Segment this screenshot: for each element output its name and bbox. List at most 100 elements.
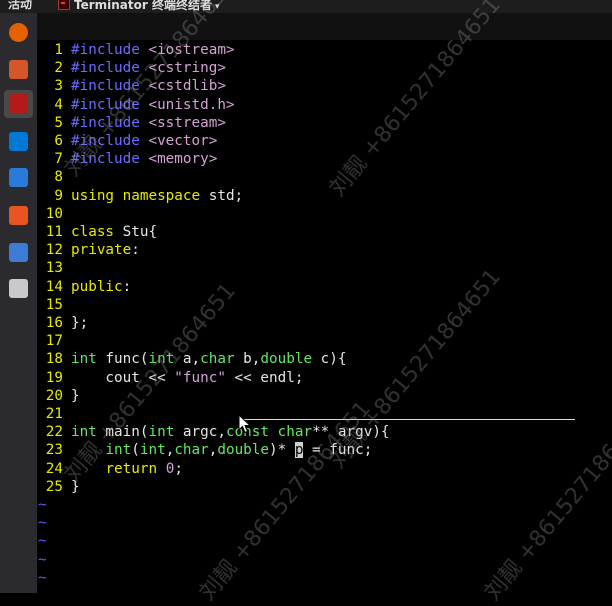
code-token: <sstream> [148,114,226,131]
code-token: <cstdlib> [148,78,226,95]
code-token: #include [71,133,149,149]
code-token: class [71,224,115,240]
code-token: char [200,351,235,368]
code-token: <iostream> [148,42,235,58]
code-line: 24 return 0; [37,460,183,478]
line-number: 22 [45,424,63,441]
code-token: #include [71,78,149,95]
code-token: int [148,424,175,441]
dock-item-files[interactable] [4,56,33,84]
dock-item-software-center[interactable] [4,202,33,230]
line-number: 18 [45,351,63,368]
top-bar: 活动 Terminator 终端终结者 ▾ [0,0,612,13]
dock-item-text-editor[interactable] [4,275,33,303]
line-number: 11 [45,224,63,240]
network-icon [9,243,28,262]
line-number: 10 [45,205,63,222]
code-line: 25} [37,478,80,496]
line-number: 3 [54,78,63,95]
code-line: 3 #include <cstdlib> [37,77,226,95]
code-token: using namespace [71,187,201,204]
code-token: )* [269,442,295,459]
code-token: << endl; [225,369,304,386]
code-token: #include [71,42,149,58]
code-line: 23 int(int,char,double)* p = func; [37,441,372,459]
line-number: 6 [54,133,63,149]
code-token: }; [71,315,89,331]
tilde-marker: ~ [38,497,47,513]
code-token: a, [174,351,201,368]
chevron-down-icon: ▾ [214,2,220,12]
code-token: #include [71,96,149,113]
code-token: <cstring> [148,60,226,77]
code-token: ( [131,442,140,459]
code-token: return [105,460,158,477]
code-token: : [131,242,140,259]
code-token: func( [96,351,149,368]
line-number: 20 [45,387,63,404]
line-number: 25 [45,478,63,495]
code-token: b, [234,351,261,368]
empty-buffer-line: ~ [37,514,47,532]
line-number: 14 [45,278,63,295]
code-line: 21 [37,405,71,423]
app-menu[interactable]: Terminator 终端终结者 ▾ [58,0,220,13]
code-line: 10 [37,205,71,223]
code-token: main( [96,424,149,441]
code-token: ; [174,460,183,477]
dock-item-vscode[interactable] [4,128,33,156]
code-token: int [139,442,166,459]
code-line: 15 [37,296,71,314]
code-token: #include [71,60,149,77]
activities-button[interactable]: 活动 [8,0,32,11]
dock-item-firefox[interactable] [4,19,33,47]
code-token: std; [200,187,244,204]
code-token: cout << [71,369,175,386]
code-token: int [148,351,175,368]
dock-item-network[interactable] [4,239,33,267]
dock-item-terminator[interactable] [4,90,33,118]
line-number: 7 [54,151,63,168]
code-line: 14 public: [37,278,131,296]
code-line: 19 cout << "func" << endl; [37,369,304,387]
code-token: <memory> [148,151,218,168]
line-number: 15 [45,296,63,313]
code-token: = func; [303,442,373,459]
code-token: #include [71,151,149,168]
dock-item-visual-paradigm[interactable] [4,164,33,192]
vscode-icon [9,132,28,151]
code-line: 6 #include <vector> [37,132,217,150]
code-token: Stu{ [114,224,158,240]
code-token: int [71,424,97,441]
code-token: double [260,351,313,368]
line-number: 23 [45,442,63,459]
code-token: <vector> [148,133,218,149]
line-number: 12 [45,242,63,259]
code-line: 7 #include <memory> [37,150,217,168]
code-token: } [71,387,80,404]
terminal-header [37,13,612,40]
visual-paradigm-icon [9,168,28,187]
terminal-window[interactable]: 1 #include <iostream> 2 #include <cstring> 3… [37,40,612,593]
code-line: 2 #include <cstring> [37,59,226,77]
code-token: <unistd.h> [148,96,235,113]
line-number: 5 [54,114,63,131]
firefox-icon [9,23,28,42]
code-line: 9 using namespace std; [37,187,243,205]
dock [0,13,37,593]
code-token: ** argv){ [312,424,390,441]
line-number: 8 [54,169,63,186]
empty-buffer-line: ~ [37,551,47,569]
code-token: c){ [312,351,347,368]
code-line: 17 [37,332,71,350]
code-token: private [71,242,132,259]
code-line: 11 class Stu{ [37,223,157,241]
line-number: 2 [54,60,63,77]
code-token: "func" [174,369,226,386]
tilde-marker: ~ [38,551,47,568]
code-token: #include [71,114,149,131]
